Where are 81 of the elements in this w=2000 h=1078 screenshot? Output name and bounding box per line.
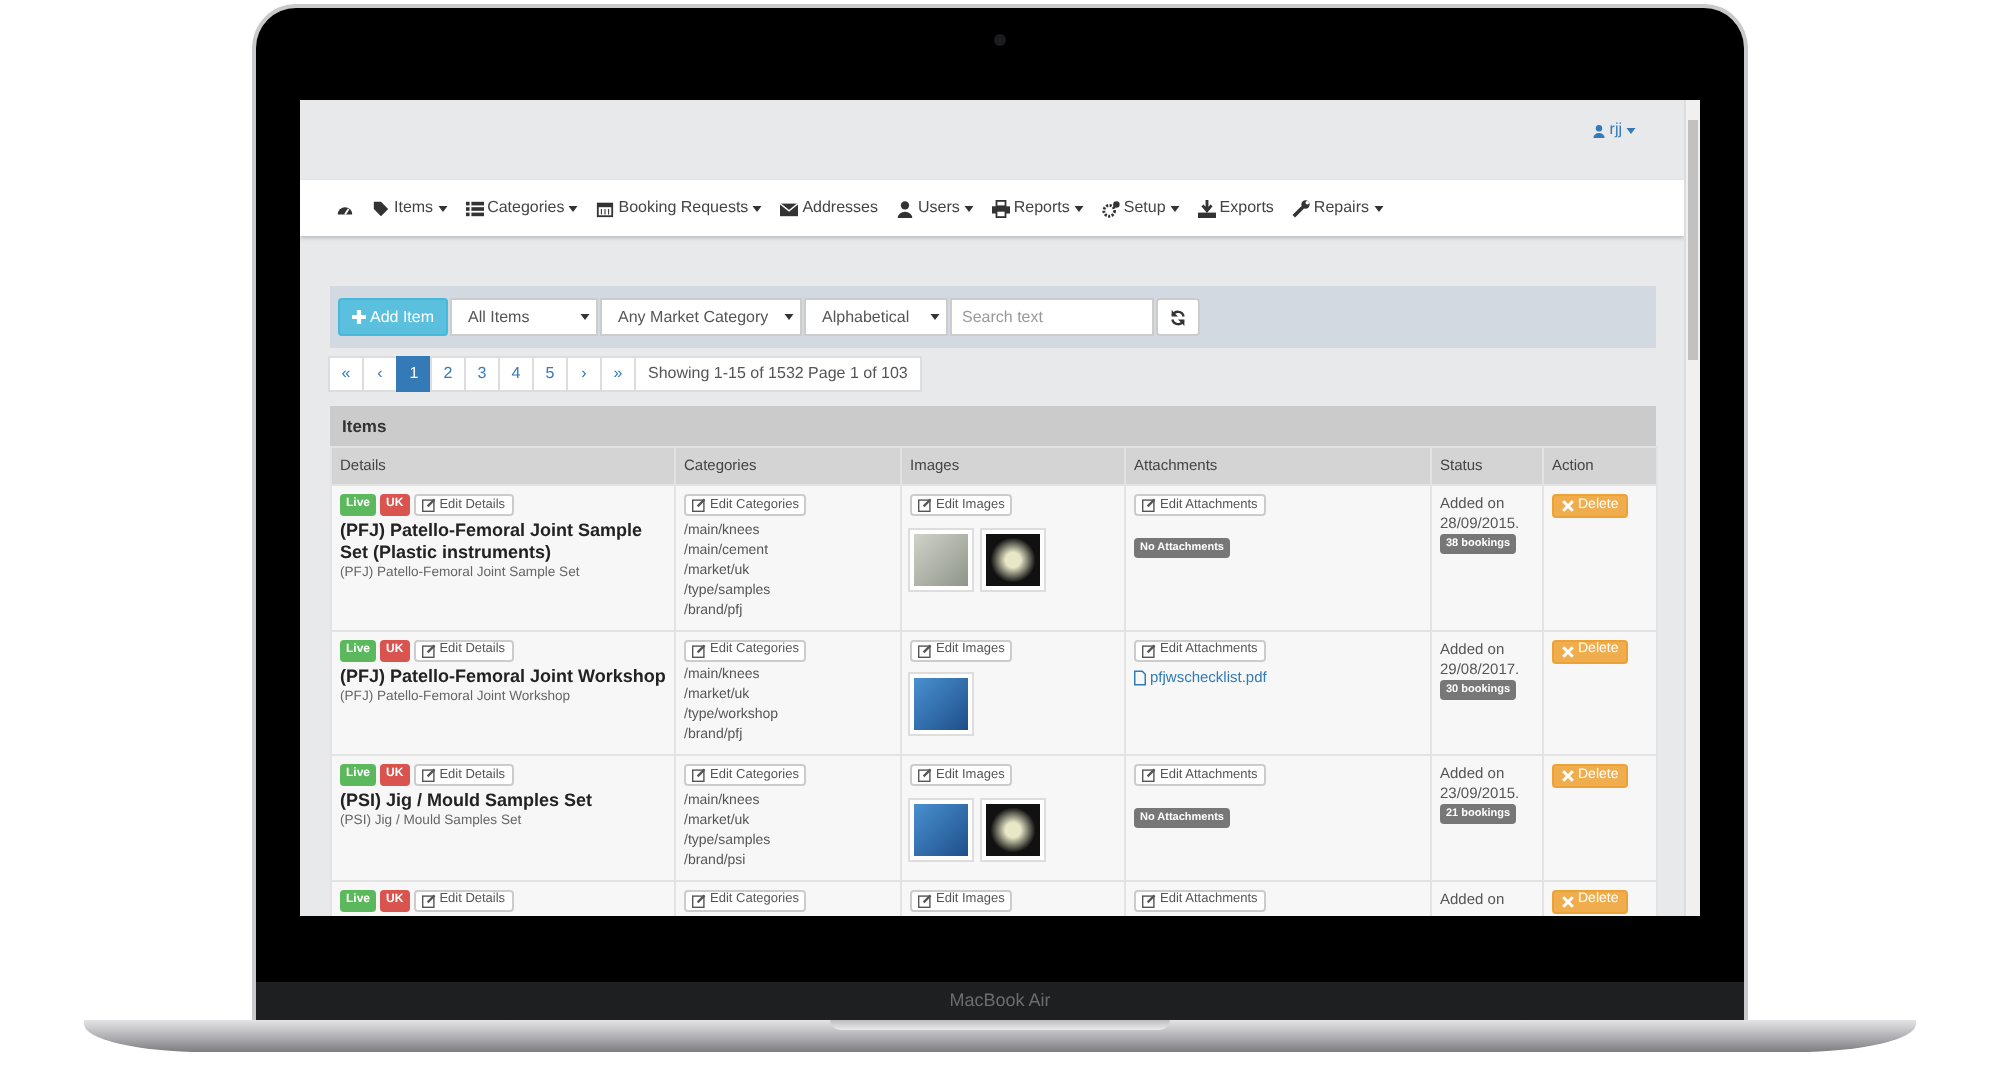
close-icon: [1562, 500, 1574, 512]
caret-icon: [1373, 205, 1383, 211]
edit-icon: [918, 893, 932, 907]
caret-icon: [1169, 205, 1180, 211]
device-label: MacBook Air: [949, 987, 1051, 1014]
edit-icon: [918, 498, 932, 512]
edit-icon: [692, 643, 706, 657]
page-link[interactable]: 5: [532, 356, 568, 392]
edit-icon: [421, 498, 436, 512]
user-menu[interactable]: rjj: [1591, 118, 1636, 142]
nav-item[interactable]: Booking Requests: [596, 196, 763, 220]
caret-icon: [437, 205, 448, 211]
nav-item[interactable]: Repairs: [1291, 196, 1383, 220]
download-icon: [1197, 199, 1216, 217]
edit-icon: [692, 768, 706, 782]
photo-placeholder: [982, 529, 1044, 589]
edit-icon: [918, 643, 932, 657]
panel-heading: Items: [330, 406, 1656, 446]
photo-placeholder: [982, 799, 1044, 859]
caret-icon: [1073, 205, 1084, 211]
edit-icon: [421, 768, 436, 782]
caret-icon: [963, 205, 974, 211]
item-title: (PFJ) Patello-Femoral Joint Sample Set (Plastic instruments): [340, 520, 645, 564]
search-field[interactable]: Search text: [950, 298, 1155, 336]
user-icon: [1591, 123, 1606, 137]
caret-icon: [752, 205, 763, 211]
caret-icon: [1626, 127, 1636, 133]
refresh-button[interactable]: [1156, 298, 1201, 336]
scrollbar[interactable]: [1684, 100, 1700, 916]
page-link[interactable]: ‹: [362, 356, 398, 392]
close-icon: [1562, 895, 1574, 907]
camera-dot: [994, 34, 1006, 46]
edit-icon: [1142, 768, 1156, 782]
caret-icon: [930, 314, 941, 320]
file-icon: [1134, 669, 1146, 686]
edit-icon: [692, 498, 706, 512]
pagination-summary: Showing 1-15 of 1532 Page 1 of 103: [634, 356, 922, 392]
page-link[interactable]: 4: [498, 356, 534, 392]
filter-select[interactable]: Any Market Category: [600, 298, 803, 336]
nav-item[interactable]: Users: [895, 196, 974, 220]
edit-icon: [1142, 643, 1156, 657]
edit-icon: [1142, 893, 1156, 907]
edit-icon: [1142, 498, 1156, 512]
nav-item[interactable]: Addresses: [780, 196, 878, 220]
page-link[interactable]: 3: [464, 356, 500, 392]
caret-icon: [580, 314, 591, 320]
gears-icon: [1101, 199, 1120, 217]
edit-icon: [421, 893, 436, 907]
edit-icon: [918, 768, 932, 782]
page-link[interactable]: 1: [396, 356, 432, 392]
nav-item[interactable]: Setup: [1101, 196, 1180, 220]
envelope-icon: [780, 199, 799, 217]
close-icon: [1562, 645, 1574, 657]
item-title: (PFJ) Patello-Femoral Joint Workshop: [340, 665, 666, 687]
edit-icon: [692, 893, 706, 907]
plus-icon: [352, 310, 366, 324]
nav-item[interactable]: Categories: [465, 196, 579, 220]
photo-placeholder: [910, 799, 972, 859]
filter-select[interactable]: Alphabetical: [804, 298, 949, 336]
tag-icon: [372, 199, 390, 217]
page-link[interactable]: «: [328, 356, 364, 392]
refresh-icon: [1170, 309, 1187, 325]
user-icon: [895, 199, 914, 217]
photo-placeholder: [910, 674, 972, 734]
nav-item[interactable]: Reports: [991, 196, 1084, 220]
list-icon: [465, 199, 484, 217]
caret-icon: [568, 205, 579, 211]
filter-select[interactable]: All Items: [450, 298, 599, 336]
caret-icon: [784, 314, 795, 320]
printer-icon: [991, 199, 1010, 217]
page-link[interactable]: »: [600, 356, 636, 392]
close-icon: [1562, 770, 1574, 782]
nav-item[interactable]: Exports: [1197, 196, 1274, 220]
edit-icon: [421, 643, 436, 657]
photo-placeholder: [910, 529, 972, 589]
page-link[interactable]: ›: [566, 356, 602, 392]
wrench-icon: [1291, 199, 1310, 217]
nav-item[interactable]: Items: [372, 196, 448, 220]
page-link[interactable]: 2: [430, 356, 466, 392]
item-title: (PSI) Jig / Mould Samples Set: [340, 790, 595, 812]
calendar-icon: [596, 199, 615, 217]
